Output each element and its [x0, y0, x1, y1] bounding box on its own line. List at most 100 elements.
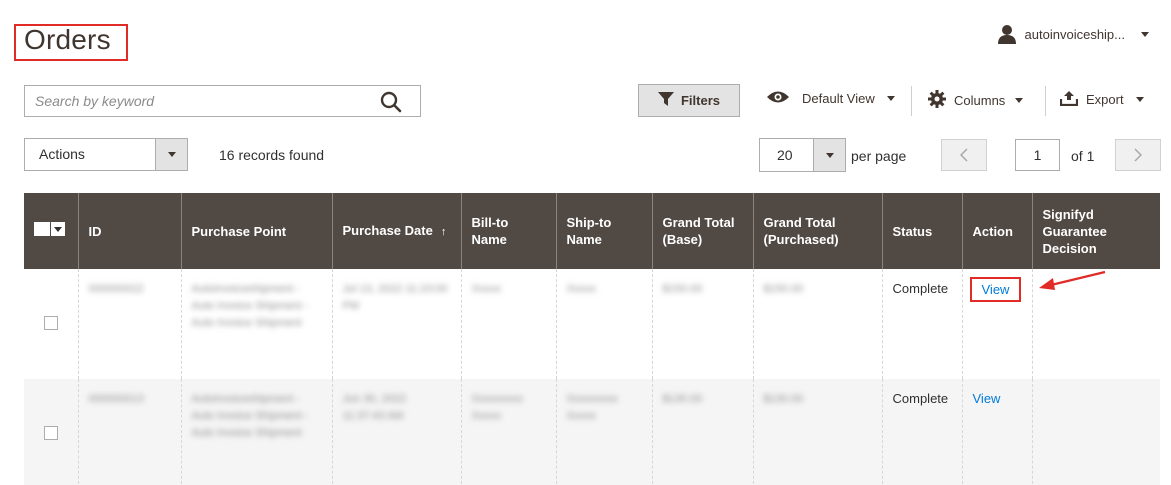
mass-select-toggle[interactable]: [51, 222, 65, 236]
col-purchase-date-label: Purchase Date: [342, 222, 433, 238]
chevron-right-icon: [1134, 148, 1142, 162]
records-count: 16 records found: [219, 147, 325, 163]
col-ship-to-name[interactable]: Ship-to Name: [555, 193, 652, 269]
col-signifyd-decision[interactable]: Signifyd Guarantee Decision: [1031, 193, 1160, 269]
purchase-date: Jul 13, 2022 11:23:00 PM: [331, 269, 461, 379]
per-page-label: per page: [851, 148, 907, 164]
purchase-point-value: Autoinvoiceshipment - Auto Invoice Shipm…: [191, 393, 309, 439]
status: Complete: [881, 269, 962, 379]
col-grand-total-purchased[interactable]: Grand Total (Purchased): [752, 193, 882, 269]
per-page-toggle[interactable]: [813, 139, 845, 171]
row-checkbox[interactable]: [43, 315, 58, 330]
grand-total-purchased: $130.00: [752, 379, 882, 485]
columns-dropdown[interactable]: Columns: [928, 90, 1024, 111]
bill-to-name: Xxxxx: [460, 269, 556, 379]
next-page-button[interactable]: [1115, 139, 1161, 171]
table-row: 000000022 Autoinvoiceshipment - Auto Inv…: [24, 269, 1160, 379]
actions-label: Actions: [39, 146, 85, 162]
bill-to-name-value: Xxxxx: [471, 283, 501, 295]
grand-total-purchased-value: $130.00: [763, 393, 804, 405]
prev-page-button[interactable]: [941, 139, 987, 171]
col-grand-total-base[interactable]: Grand Total (Base): [651, 193, 753, 269]
default-view-dropdown[interactable]: Default View: [766, 90, 895, 107]
view-link[interactable]: View: [973, 391, 1001, 406]
actions-dropdown[interactable]: Actions: [24, 138, 188, 171]
username: autoinvoiceship...: [1024, 26, 1125, 42]
ship-to-name: Xxxxx: [555, 269, 652, 379]
chevron-down-icon: [825, 152, 834, 158]
filters-label: Filters: [680, 93, 720, 108]
default-view-label: Default View: [802, 91, 875, 106]
chevron-down-icon: [886, 96, 895, 101]
chevron-down-icon: [1141, 31, 1149, 37]
col-status[interactable]: Status: [881, 193, 962, 269]
divider: [911, 86, 912, 116]
orders-grid: ID Purchase Point Purchase Date ↑ Bill-to…: [24, 193, 1160, 485]
eye-icon: [766, 90, 790, 107]
page-title: Orders: [24, 24, 111, 55]
view-highlight-box: View: [969, 277, 1022, 302]
grand-total-base: $150.00: [651, 269, 753, 379]
filters-button[interactable]: Filters: [638, 84, 740, 117]
export-icon: [1059, 90, 1079, 109]
annotation-arrow-icon: [1039, 270, 1106, 290]
search-box: [24, 85, 421, 117]
user-icon: [997, 24, 1017, 44]
ship-to-name: Xxxxxxxxx Xxxxx: [555, 379, 652, 485]
order-id: 000000013: [77, 379, 181, 485]
col-action: Action: [961, 193, 1032, 269]
grand-total-base-value: $130.00: [662, 393, 703, 405]
purchase-point: Autoinvoiceshipment - Auto Invoice Shipm…: [180, 379, 332, 485]
ship-to-name-value: Xxxxxxxxx Xxxxx: [566, 393, 618, 422]
purchase-point: Autoinvoiceshipment - Auto Invoice Shipm…: [180, 269, 332, 379]
search-input[interactable]: [35, 93, 410, 109]
purchase-date-value: Jun 30, 2022 11:37:43 AM: [342, 393, 407, 422]
chevron-down-icon: [54, 226, 62, 232]
export-dropdown[interactable]: Export: [1059, 90, 1144, 109]
funnel-icon: [657, 92, 674, 109]
per-page-select[interactable]: 20: [759, 138, 846, 172]
mass-select-checkbox[interactable]: [34, 222, 50, 236]
purchase-date-value: Jul 13, 2022 11:23:00 PM: [342, 283, 448, 312]
row-checkbox[interactable]: [43, 425, 58, 440]
col-id[interactable]: ID: [77, 193, 181, 269]
order-id-value: 000000013: [88, 393, 144, 405]
chevron-down-icon: [1015, 98, 1024, 103]
row-select-cell: [24, 379, 78, 485]
col-purchase-date[interactable]: Purchase Date ↑: [331, 193, 461, 269]
col-purchase-point[interactable]: Purchase Point: [180, 193, 332, 269]
grand-total-purchased: $150.00: [752, 269, 882, 379]
view-link[interactable]: View: [982, 282, 1010, 297]
grand-total-purchased-value: $150.00: [763, 283, 804, 295]
action-cell: View: [961, 379, 1032, 485]
purchase-date: Jun 30, 2022 11:37:43 AM: [331, 379, 461, 485]
ship-to-name-value: Xxxxx: [566, 283, 596, 295]
order-id: 000000022: [77, 269, 181, 379]
order-id-value: 000000022: [88, 283, 144, 295]
sort-up-icon: ↑: [440, 225, 447, 238]
per-page-value: 20: [777, 147, 793, 163]
signifyd-decision: [1031, 379, 1160, 485]
page-total: of 1: [1071, 148, 1095, 164]
search-icon[interactable]: [380, 91, 402, 118]
grid-header-row: ID Purchase Point Purchase Date ↑ Bill-to…: [24, 193, 1160, 269]
export-label: Export: [1086, 92, 1124, 107]
page-number-input[interactable]: 1: [1015, 139, 1060, 171]
row-select-cell: [24, 269, 78, 379]
grand-total-base-value: $150.00: [662, 283, 703, 295]
bill-to-name: Xxxxxxxxx Xxxxx: [460, 379, 556, 485]
chevron-left-icon: [960, 148, 968, 162]
columns-label: Columns: [954, 93, 1006, 108]
user-menu[interactable]: autoinvoiceship...: [997, 24, 1149, 44]
gear-icon: [928, 90, 946, 111]
table-row: 000000013 Autoinvoiceshipment - Auto Inv…: [24, 379, 1160, 485]
mass-select-control[interactable]: [34, 222, 65, 236]
purchase-point-value: Autoinvoiceshipment - Auto Invoice Shipm…: [191, 283, 309, 329]
chevron-down-icon: [167, 152, 176, 157]
chevron-down-icon: [1135, 97, 1144, 102]
actions-toggle[interactable]: [155, 139, 187, 170]
col-bill-to-name[interactable]: Bill-to Name: [460, 193, 556, 269]
grand-total-base: $130.00: [651, 379, 753, 485]
mass-select-header[interactable]: [24, 193, 78, 269]
divider: [1045, 86, 1046, 116]
